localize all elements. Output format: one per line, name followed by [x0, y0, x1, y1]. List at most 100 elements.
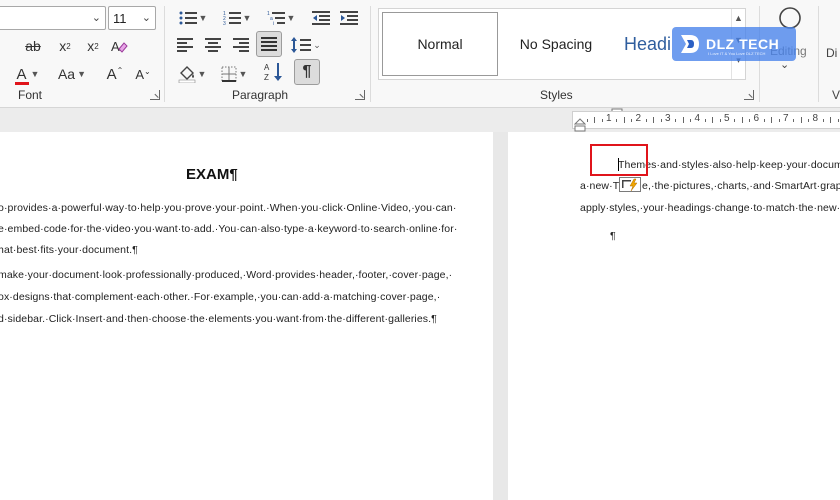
numbering-icon: 1 2 3: [223, 11, 241, 26]
autocorrect-options-icon[interactable]: [619, 177, 641, 192]
ruler-tick: [763, 119, 765, 122]
font-size-combo[interactable]: 11 ⌄: [108, 6, 156, 30]
shrink-font-button[interactable]: A ⌄: [132, 62, 154, 86]
ruler-number: 8: [812, 113, 819, 124]
ribbon: ⌄ 11 ⌄ ab x2 x2 A A ▼ Aa ▼ A⌃ A⌄ Font: [0, 0, 840, 108]
grow-font-button[interactable]: A ⌃: [104, 62, 126, 86]
group-separator: [164, 6, 165, 102]
ruler-tick: [594, 117, 596, 123]
paragraph-line: o·provides·a·powerful·way·to·help·you·pr…: [0, 202, 457, 214]
group-separator: [370, 6, 371, 102]
chevron-down-icon: ▼: [286, 13, 296, 23]
clear-formatting-button[interactable]: A: [108, 34, 130, 58]
align-center-button[interactable]: [202, 33, 224, 57]
arrow-up-icon: ⌃: [116, 65, 124, 75]
hanging-indent-marker[interactable]: [574, 118, 586, 132]
ruler-tick: [734, 119, 736, 122]
subscript-button[interactable]: x2: [54, 34, 76, 58]
svg-text:3: 3: [223, 21, 226, 26]
logo-text: DLZ TECH: [706, 36, 780, 52]
text-cursor: [618, 158, 619, 171]
align-right-button[interactable]: [230, 33, 252, 57]
paragraph-line: a·new·T: [580, 180, 620, 192]
ruler-tick: [808, 119, 810, 122]
bullets-button[interactable]: ▼: [174, 6, 212, 30]
chevron-down-icon: ⌄: [91, 12, 101, 24]
ruler-tick: [830, 117, 832, 123]
ruler-number: 1: [606, 113, 612, 124]
ruler-tick: [675, 119, 677, 122]
ruler-tick: [631, 119, 633, 122]
ruler-tick: [653, 117, 655, 123]
show-formatting-marks-button[interactable]: ¶: [294, 59, 320, 85]
document-page-left[interactable]: EXAM¶ o·provides·a·powerful·way·to·help·…: [0, 132, 493, 500]
align-left-button[interactable]: [174, 33, 196, 57]
multilevel-list-button[interactable]: 1 a i ▼: [262, 6, 300, 30]
dlz-logo-mark-icon: [681, 35, 699, 53]
ruler-tick: [712, 117, 714, 123]
strikethrough-button[interactable]: ab: [22, 34, 44, 58]
group-separator: [818, 6, 819, 102]
decrease-indent-button[interactable]: [310, 6, 332, 30]
style-normal[interactable]: Normal: [382, 12, 498, 76]
styles-dialog-launcher-icon[interactable]: [744, 90, 754, 100]
increase-indent-icon: [340, 11, 358, 25]
logo-tagline: I Love IT & You Love DLZ TECH: [708, 51, 766, 56]
line-spacing-icon: [291, 37, 312, 53]
font-color-button[interactable]: A ▼: [10, 62, 44, 86]
borders-button[interactable]: ▼: [216, 62, 252, 86]
horizontal-ruler[interactable]: 1 2 3 4 5 6 7 8: [572, 111, 840, 129]
highlight-box: [590, 144, 648, 176]
font-color-bar: [14, 81, 29, 85]
paragraph-mark: ¶: [610, 230, 616, 242]
paragraph-dialog-launcher-icon[interactable]: [355, 90, 365, 100]
numbering-button[interactable]: 1 2 3 ▼: [218, 6, 256, 30]
styles-group-label: Styles: [540, 88, 573, 102]
ruler-number: 6: [753, 113, 760, 124]
ruler-tick: [749, 119, 751, 122]
line-spacing-button[interactable]: ⌄: [288, 33, 324, 57]
document-page-right[interactable]: Themes·and·styles·also·help·keep·your·do…: [508, 132, 840, 500]
sort-button[interactable]: A Z: [262, 60, 286, 84]
ruler-tick: [645, 119, 647, 122]
shading-button[interactable]: ▼: [174, 62, 210, 86]
font-dialog-launcher-icon[interactable]: [150, 90, 160, 100]
document-canvas: EXAM¶ o·provides·a·powerful·way·to·help·…: [0, 132, 840, 500]
chevron-down-icon: ▼: [30, 69, 40, 79]
paragraph-line: hat·best·fits·your·document.¶: [0, 244, 138, 256]
ruler-tick: [719, 119, 721, 122]
svg-text:A: A: [264, 63, 270, 72]
ruler-tick: [741, 117, 743, 123]
ruler-tick: [616, 119, 618, 122]
align-center-icon: [205, 38, 221, 52]
svg-text:Z: Z: [264, 73, 269, 82]
paragraph-line: d·sidebar.·Click·Insert·and·then·choose·…: [0, 313, 437, 325]
font-group-label: Font: [18, 88, 43, 102]
chevron-down-icon: ▼: [198, 13, 208, 23]
ruler-number: 7: [783, 113, 789, 124]
ruler-tick: [690, 119, 692, 122]
change-case-button[interactable]: Aa ▼: [54, 62, 90, 86]
superscript-button[interactable]: x2: [82, 34, 104, 58]
chevron-down-icon: ▼: [238, 69, 248, 79]
style-no-spacing[interactable]: No Spacing: [501, 12, 611, 76]
ruler-number: 2: [635, 113, 642, 124]
paint-bucket-icon: [178, 66, 195, 83]
ruler-tick: [660, 119, 662, 122]
paragraph-line: Themes·and·styles·also·help·keep·your·do…: [618, 159, 840, 171]
ruler-tick: [771, 117, 773, 123]
chevron-down-icon: ▼: [242, 13, 252, 23]
ruler-tick: [793, 119, 795, 122]
font-name-combo[interactable]: ⌄: [0, 6, 106, 30]
dictate-label-partial: Di: [826, 46, 838, 60]
gallery-up-icon[interactable]: ▲: [734, 13, 743, 23]
justify-button[interactable]: [256, 31, 282, 57]
bullets-icon: [179, 11, 197, 25]
ruler-tick: [623, 117, 625, 123]
paragraph-line: make·your·document·look·professionally·p…: [0, 269, 453, 281]
increase-indent-button[interactable]: [338, 6, 360, 30]
ruler-tick: [682, 117, 684, 123]
svg-text:A: A: [111, 39, 120, 54]
paragraph-line: e,·the·pictures,·charts,·and·SmartArt·gr…: [642, 180, 840, 192]
align-right-icon: [233, 38, 249, 52]
